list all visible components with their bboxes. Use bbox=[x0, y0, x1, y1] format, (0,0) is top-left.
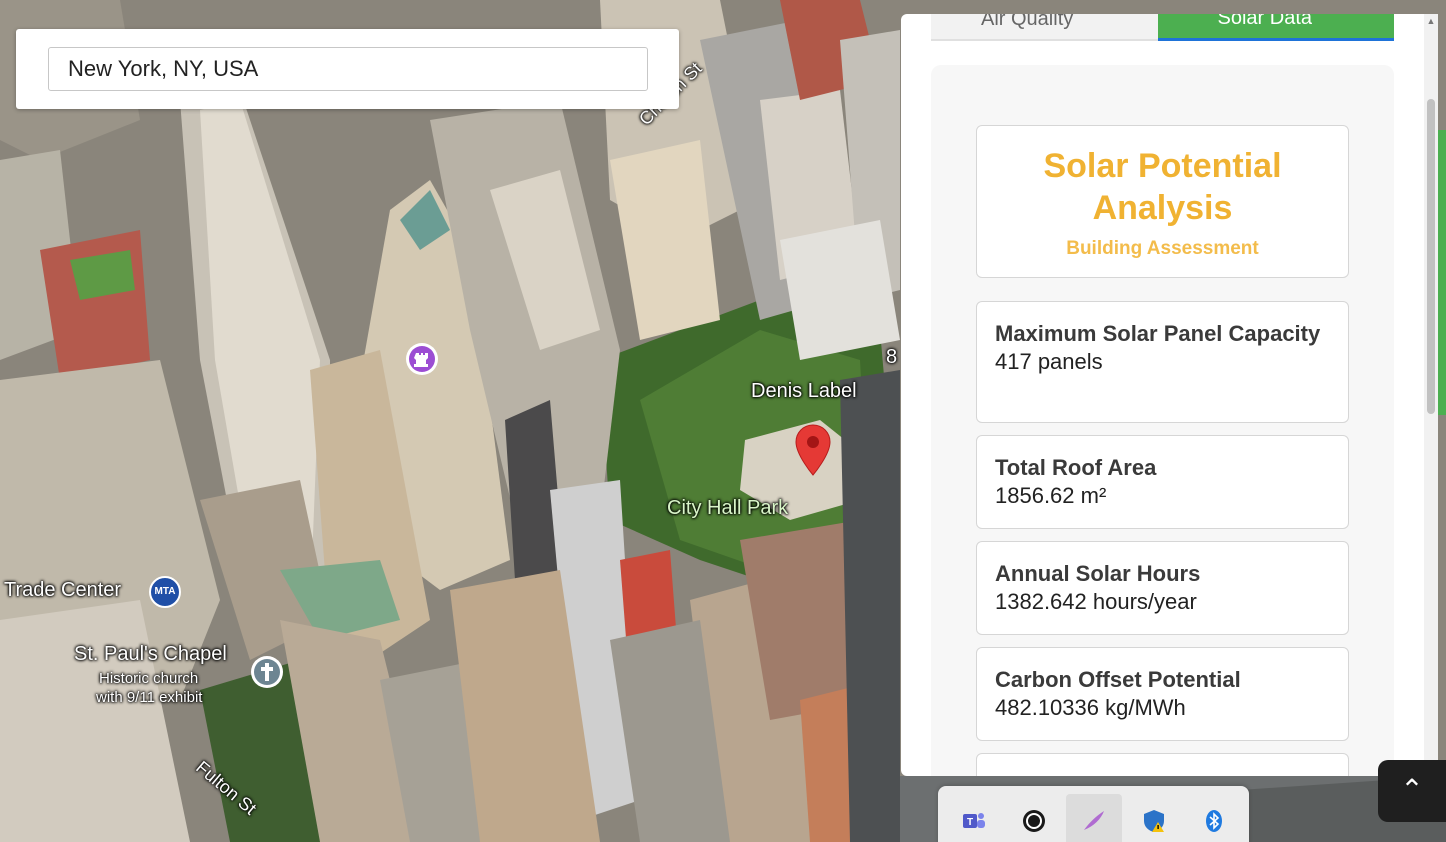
title-card: Solar Potential Analysis Building Assess… bbox=[976, 125, 1349, 278]
stat-card-partial bbox=[976, 753, 1349, 776]
location-search-input[interactable] bbox=[48, 47, 648, 91]
stat-card-solar-hours: Annual Solar Hours 1382.642 hours/year bbox=[976, 541, 1349, 635]
panel-tabs: Air Quality Solar Data bbox=[931, 14, 1394, 42]
stat-label: Annual Solar Hours bbox=[995, 561, 1201, 586]
defender-icon[interactable] bbox=[1141, 808, 1167, 834]
stat-card-panel-capacity: Maximum Solar Panel Capacity 417 panels bbox=[976, 301, 1349, 423]
teams-icon[interactable]: T bbox=[961, 808, 987, 834]
map-pin-icon[interactable] bbox=[795, 424, 831, 476]
church-marker-icon[interactable] bbox=[250, 655, 284, 693]
bluetooth-icon[interactable] bbox=[1201, 808, 1227, 834]
obs-icon[interactable] bbox=[1021, 808, 1047, 834]
stat-value: 1856.62 m² bbox=[995, 483, 1107, 508]
stat-card-carbon-offset: Carbon Offset Potential 482.10336 kg/MWh bbox=[976, 647, 1349, 741]
chevron-up-icon[interactable]: ⌃ bbox=[1378, 760, 1446, 822]
st-pauls-desc-2: with 9/11 exhibit bbox=[96, 689, 203, 706]
city-hall-park-label: City Hall Park bbox=[667, 497, 789, 519]
panel-title: Solar Potential Analysis bbox=[1043, 147, 1282, 227]
st-pauls-desc-1: Historic church bbox=[99, 670, 199, 687]
tab-solar-data-label: Solar Data bbox=[1217, 14, 1313, 29]
stat-value: 1382.642 hours/year bbox=[995, 589, 1197, 614]
solar-analysis-content: Solar Potential Analysis Building Assess… bbox=[931, 65, 1394, 776]
denis-label: Denis Label bbox=[751, 380, 857, 402]
tab-solar-data[interactable]: Solar Data bbox=[1157, 14, 1394, 41]
stat-label: Carbon Offset Potential bbox=[995, 667, 1241, 692]
search-panel bbox=[16, 29, 679, 109]
tab-air-quality[interactable]: Air Quality bbox=[931, 14, 1158, 41]
panel-subtitle: Building Assessment bbox=[1066, 238, 1259, 259]
tab-air-quality-label: Air Quality bbox=[981, 14, 1074, 30]
stat-value: 417 panels bbox=[995, 349, 1103, 374]
green-edge-strip bbox=[1438, 130, 1446, 415]
stat-card-roof-area: Total Roof Area 1856.62 m² bbox=[976, 435, 1349, 529]
svg-text:T: T bbox=[967, 817, 973, 828]
stat-label: Maximum Solar Panel Capacity bbox=[995, 321, 1321, 346]
panel-scrollbar[interactable]: ▲ ▼ bbox=[1424, 14, 1438, 776]
trade-center-label: Trade Center bbox=[4, 579, 122, 601]
edge-number-label: 8 bbox=[886, 346, 898, 368]
scroll-up-arrow-icon[interactable]: ▲ bbox=[1426, 16, 1436, 26]
mta-subway-icon[interactable]: MTA bbox=[149, 576, 181, 608]
mta-label: MTA bbox=[154, 586, 176, 597]
scroll-thumb[interactable] bbox=[1427, 99, 1435, 414]
solar-side-panel: Air Quality Solar Data Solar Potential A… bbox=[901, 14, 1438, 776]
stat-value: 482.10336 kg/MWh bbox=[995, 695, 1186, 720]
system-tray-popup: T bbox=[938, 786, 1249, 842]
chess-rook-marker-icon[interactable] bbox=[405, 342, 439, 378]
pen-icon[interactable] bbox=[1081, 808, 1107, 834]
st-pauls-chapel-label: St. Paul's Chapel bbox=[74, 643, 227, 665]
stat-label: Total Roof Area bbox=[995, 455, 1157, 480]
